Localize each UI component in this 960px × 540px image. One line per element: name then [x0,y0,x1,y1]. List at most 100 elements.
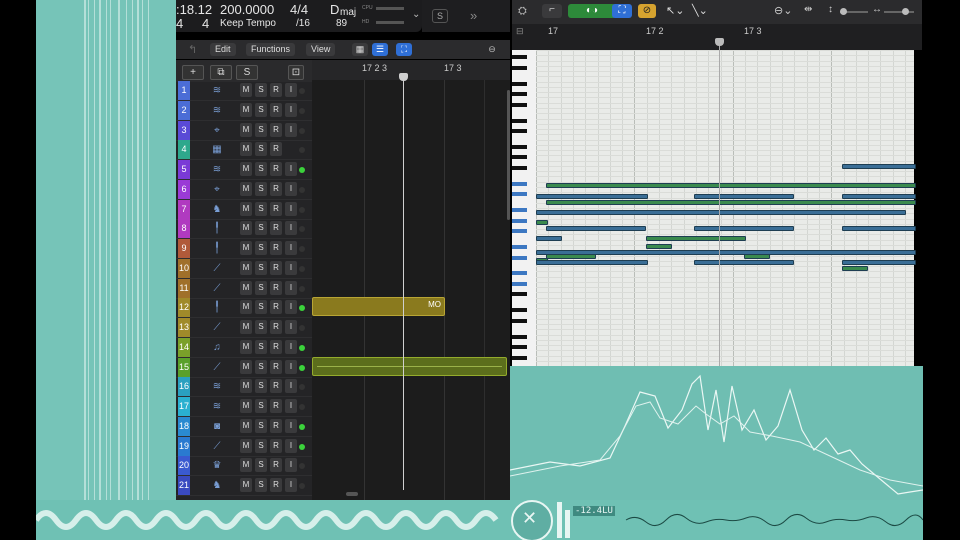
record-enable-button[interactable]: R [270,339,282,354]
horizontal-zoom-knob[interactable] [902,8,909,15]
arrange-area[interactable] [312,60,510,500]
track-row[interactable]: 16 ≋ M S R I [176,377,312,398]
mute-button[interactable]: M [240,438,252,453]
mute-button[interactable]: M [240,280,252,295]
mute-button[interactable]: M [240,418,252,433]
input-monitor-button[interactable]: I [285,399,297,413]
piano-roll-ruler[interactable]: 17 17 2 17 3 ⊟ [512,24,922,50]
catch-icon[interactable]: ⛶ [612,4,632,18]
input-monitor-button[interactable]: I [285,339,297,354]
mute-button[interactable]: M [240,300,252,315]
track-row[interactable]: 14 ♫ M S R I [176,337,312,358]
record-enable-button[interactable]: R [270,280,282,295]
track-row[interactable]: 8 ╿ M S R I [176,219,312,240]
input-monitor-button[interactable]: I [285,438,297,453]
input-monitor-button[interactable]: I [285,280,297,295]
solo-button[interactable]: S [255,458,267,473]
solo-button[interactable]: S [255,300,267,315]
input-monitor-button[interactable]: I [285,418,297,433]
duplicate-track-button[interactable]: ⧉ [210,65,232,80]
record-enable-button[interactable]: R [270,181,282,196]
region-collapse-icon[interactable]: ⊟ [516,26,524,37]
midi-note[interactable] [694,226,794,231]
record-enable-button[interactable]: R [270,221,282,236]
input-monitor-button[interactable]: I [285,181,297,196]
chain-icon[interactable]: ⊘ [638,4,656,18]
lcd-display[interactable]: :18.12 200.0000 4/4 D maj 4 4 Keep Tempo… [176,0,422,32]
list-view-icon[interactable]: ☰ [372,43,388,56]
midi-note[interactable] [842,194,916,199]
track-row[interactable]: 13 ⟋ M S R I [176,318,312,338]
record-enable-button[interactable]: R [270,122,282,137]
view-menu[interactable]: View [306,43,336,56]
input-monitor-button[interactable]: I [285,162,297,176]
arrange-ruler[interactable]: 17 2 3 17 3 [312,60,510,80]
midi-note[interactable] [842,164,916,169]
global-solo-button[interactable]: S [236,65,258,80]
mute-button[interactable]: M [240,162,252,176]
record-enable-button[interactable]: R [270,201,282,216]
add-track-button[interactable]: + [182,65,204,80]
input-monitor-button[interactable]: I [285,379,297,394]
track-row[interactable]: 18 ◙ M S R I [176,416,312,437]
vertical-zoom-icon[interactable]: ↕ [828,4,833,15]
link-icon[interactable]: ◐◑ [568,4,616,18]
track-row[interactable]: 20 ♛ M S R I [176,456,312,477]
input-monitor-button[interactable]: I [285,359,297,374]
input-monitor-button[interactable]: I [285,221,297,236]
track-row[interactable]: 10 ⟋ M S R I [176,258,312,279]
input-monitor-button[interactable]: I [285,320,297,334]
solo-button[interactable]: S [255,399,267,413]
more-chevron-icon[interactable]: » [470,8,477,23]
solo-button[interactable]: S [255,280,267,295]
functions-menu[interactable]: Functions [246,43,296,56]
solo-button[interactable]: S [255,339,267,354]
mute-button[interactable]: M [240,379,252,394]
record-enable-button[interactable]: R [270,300,282,315]
back-arrow-icon[interactable]: ↰ [188,43,197,56]
vertical-scrollbar[interactable] [507,90,510,220]
midi-note[interactable] [842,266,868,271]
mute-button[interactable]: M [240,181,252,196]
horizontal-scrollbar[interactable] [346,492,358,496]
input-monitor-button[interactable]: I [285,260,297,275]
mute-button[interactable]: M [240,221,252,236]
mute-button[interactable]: M [240,320,252,334]
playhead-line[interactable] [403,76,404,490]
track-row[interactable]: 2 ≋ M S R I [176,100,312,121]
playhead-handle-icon[interactable] [399,73,408,81]
mute-button[interactable]: M [240,478,252,492]
solo-button[interactable]: S [255,438,267,453]
horizontal-zoom-icon[interactable]: ↔ [872,4,882,15]
record-enable-button[interactable]: R [270,142,282,157]
midi-note[interactable] [842,260,916,265]
mute-button[interactable]: M [240,359,252,374]
record-enable-button[interactable]: R [270,359,282,374]
midi-note[interactable] [546,183,916,188]
midi-note[interactable] [646,236,746,241]
input-monitor-button[interactable]: I [285,458,297,473]
record-enable-button[interactable]: R [270,83,282,97]
solo-button[interactable]: S [255,83,267,97]
midi-region-track-15[interactable] [312,357,507,376]
catch-playhead-icon[interactable]: ⛶ [396,43,412,56]
midi-note[interactable] [536,210,906,215]
solo-button[interactable]: S [255,102,267,117]
midi-note[interactable] [842,226,916,231]
pencil-tool-icon[interactable]: ╲⌄ [692,4,708,17]
midi-note[interactable] [546,200,916,205]
input-monitor-button[interactable]: I [285,83,297,97]
solo-button[interactable]: S [255,142,267,157]
track-row[interactable]: 6 ⌖ M S R I [176,179,312,200]
input-monitor-button[interactable]: I [285,478,297,492]
lcd-chevron-down-icon[interactable]: ⌄ [412,9,420,20]
fit-icon[interactable]: ⇹ [804,4,812,15]
track-row[interactable]: 21 ♞ M S R I [176,476,312,496]
smart-controls-icon[interactable]: ⊖⌄ [774,4,792,17]
track-row[interactable]: 3 ⌖ M S R I [176,120,312,141]
piano-playhead-handle-icon[interactable] [715,38,724,46]
mute-button[interactable]: M [240,102,252,117]
midi-note[interactable] [536,220,548,225]
midi-note[interactable] [536,236,562,241]
record-enable-button[interactable]: R [270,438,282,453]
